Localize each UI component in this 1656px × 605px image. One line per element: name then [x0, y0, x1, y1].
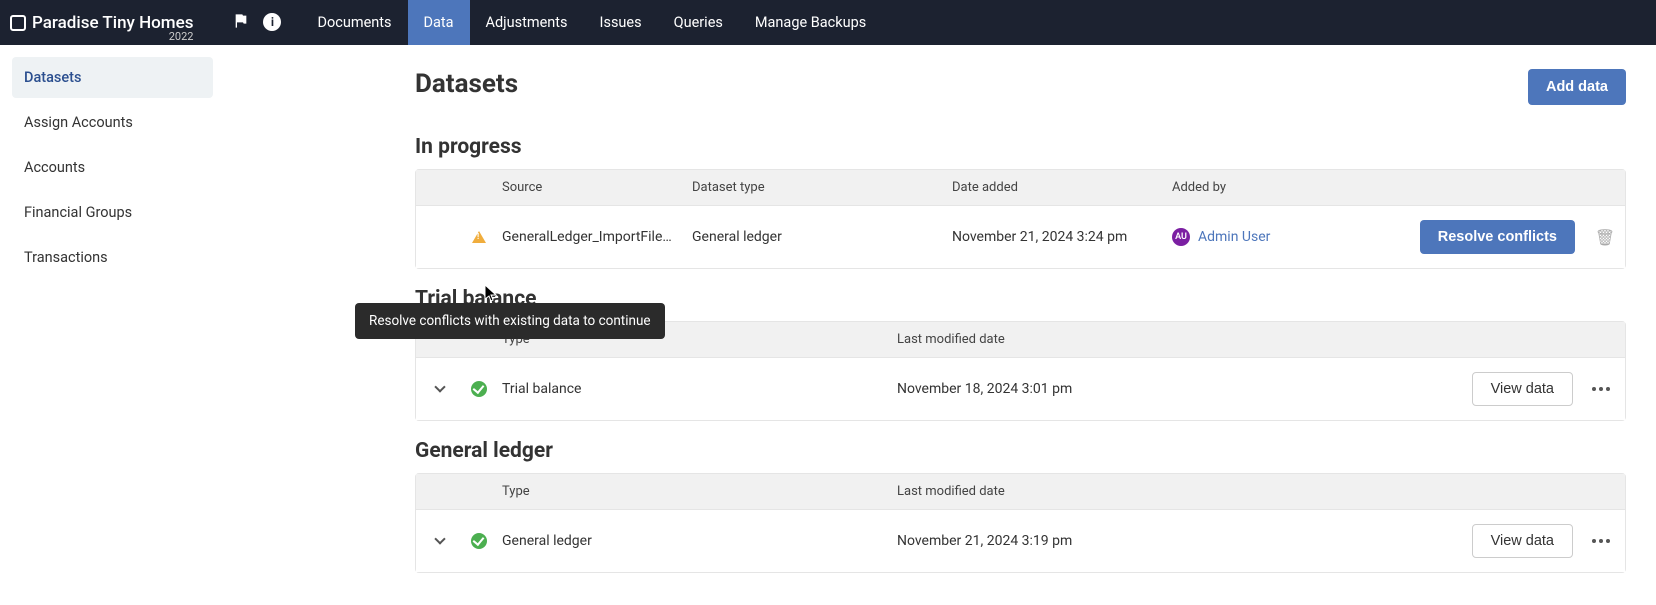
- sidebar-item-financial-groups[interactable]: Financial Groups: [12, 192, 213, 233]
- sidebar-item-datasets[interactable]: Datasets: [12, 57, 213, 98]
- check-circle-icon: [471, 381, 487, 397]
- col-date-added: Date added: [944, 180, 1164, 195]
- cell-last-modified: November 18, 2024 3:01 pm: [889, 381, 1447, 397]
- info-icon[interactable]: i: [263, 13, 281, 31]
- user-link[interactable]: Admin User: [1198, 229, 1270, 245]
- cell-last-modified: November 21, 2024 3:19 pm: [889, 533, 1447, 549]
- warning-icon[interactable]: [472, 231, 486, 243]
- cell-dataset-type: General ledger: [684, 229, 944, 245]
- chevron-down-icon[interactable]: [434, 533, 445, 544]
- table-header: Type Last modified date: [416, 474, 1625, 510]
- section-title-general-ledger: General ledger: [415, 439, 1626, 463]
- main-content: Datasets Add data In progress Source Dat…: [225, 45, 1656, 597]
- nav-tab-documents[interactable]: Documents: [301, 0, 407, 45]
- table-row: General ledger November 21, 2024 3:19 pm…: [416, 510, 1625, 572]
- cursor-icon: [485, 285, 497, 303]
- cell-type: General ledger: [494, 533, 889, 549]
- top-nav: Paradise Tiny Homes 2022 i Documents Dat…: [0, 0, 1656, 45]
- sidebar-item-transactions[interactable]: Transactions: [12, 237, 213, 278]
- col-source: Source: [494, 180, 684, 195]
- view-data-button[interactable]: View data: [1472, 372, 1573, 406]
- more-menu-icon[interactable]: [1592, 387, 1610, 391]
- brand[interactable]: Paradise Tiny Homes 2022: [10, 13, 193, 33]
- in-progress-table: Source Dataset type Date added Added by …: [415, 169, 1626, 269]
- more-menu-icon[interactable]: [1592, 539, 1610, 543]
- page-title: Datasets: [415, 69, 518, 99]
- section-title-in-progress: In progress: [415, 135, 1626, 159]
- cell-date-added: November 21, 2024 3:24 pm: [944, 229, 1164, 245]
- topnav-icons: i: [233, 13, 281, 33]
- cell-source: GeneralLedger_ImportFile…: [494, 229, 684, 245]
- general-ledger-table: Type Last modified date General ledger N…: [415, 473, 1626, 573]
- sidebar-item-assign-accounts[interactable]: Assign Accounts: [12, 102, 213, 143]
- view-data-button[interactable]: View data: [1472, 524, 1573, 558]
- chevron-down-icon[interactable]: [434, 381, 445, 392]
- flag-icon[interactable]: [233, 13, 249, 33]
- nav-tab-issues[interactable]: Issues: [584, 0, 658, 45]
- sidebar: Datasets Assign Accounts Accounts Financ…: [0, 45, 225, 597]
- col-last-modified: Last modified date: [889, 332, 1447, 347]
- trash-icon[interactable]: 🗑: [1595, 228, 1615, 247]
- cell-type: Trial balance: [494, 381, 889, 397]
- tooltip: Resolve conflicts with existing data to …: [355, 303, 665, 339]
- col-dataset-type: Dataset type: [684, 180, 944, 195]
- add-data-button[interactable]: Add data: [1528, 69, 1626, 105]
- resolve-conflicts-button[interactable]: Resolve conflicts: [1420, 220, 1575, 254]
- brand-logo-icon: [10, 15, 26, 31]
- nav-tab-adjustments[interactable]: Adjustments: [470, 0, 584, 45]
- avatar: AU: [1172, 228, 1190, 246]
- check-circle-icon: [471, 533, 487, 549]
- nav-tab-data[interactable]: Data: [408, 0, 470, 45]
- sidebar-item-accounts[interactable]: Accounts: [12, 147, 213, 188]
- nav-tab-queries[interactable]: Queries: [658, 0, 739, 45]
- table-row: GeneralLedger_ImportFile… General ledger…: [416, 206, 1625, 268]
- table-row: Trial balance November 18, 2024 3:01 pm …: [416, 358, 1625, 420]
- col-type: Type: [494, 484, 889, 499]
- cell-added-by: AU Admin User: [1164, 228, 1415, 246]
- table-header: Source Dataset type Date added Added by: [416, 170, 1625, 206]
- brand-year: 2022: [169, 30, 194, 43]
- nav-tab-manage-backups[interactable]: Manage Backups: [739, 0, 882, 45]
- col-last-modified: Last modified date: [889, 484, 1447, 499]
- col-added-by: Added by: [1164, 180, 1415, 195]
- nav-tabs: Documents Data Adjustments Issues Querie…: [301, 0, 882, 45]
